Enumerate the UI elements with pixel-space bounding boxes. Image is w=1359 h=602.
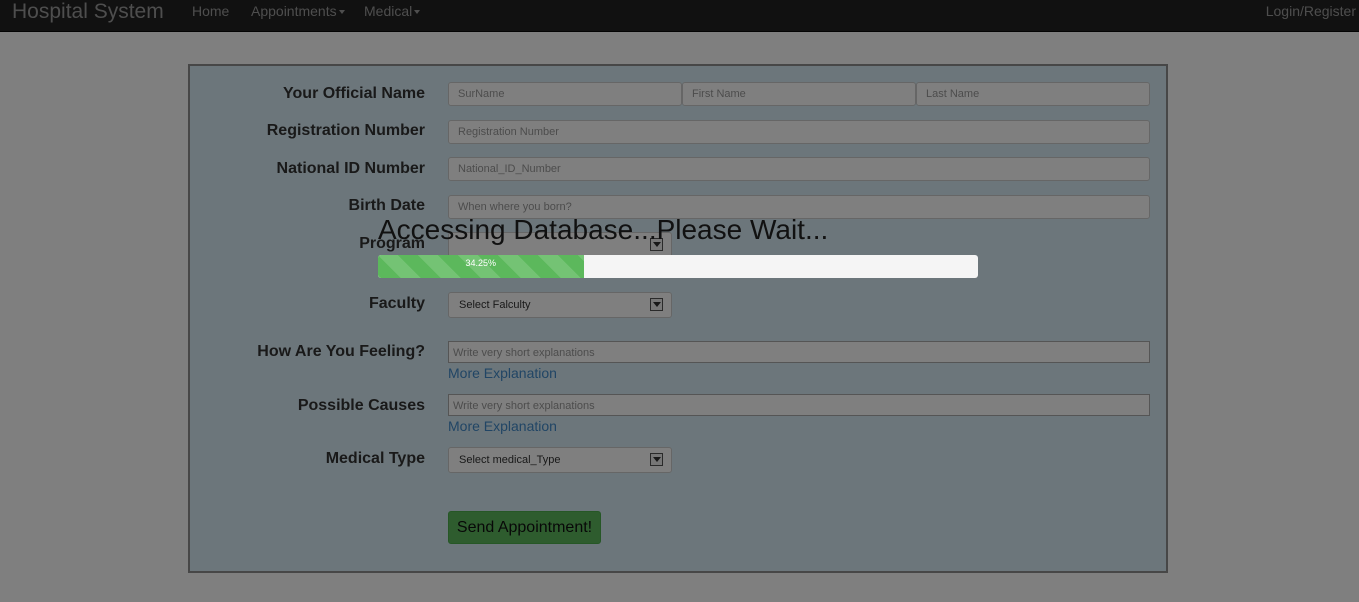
loading-overlay [0,0,1359,602]
progress-bar-track: 34.25% [378,255,978,278]
progress-bar-fill: 34.25% [378,255,584,278]
loading-message: Accessing Database...Please Wait... [378,214,829,245]
